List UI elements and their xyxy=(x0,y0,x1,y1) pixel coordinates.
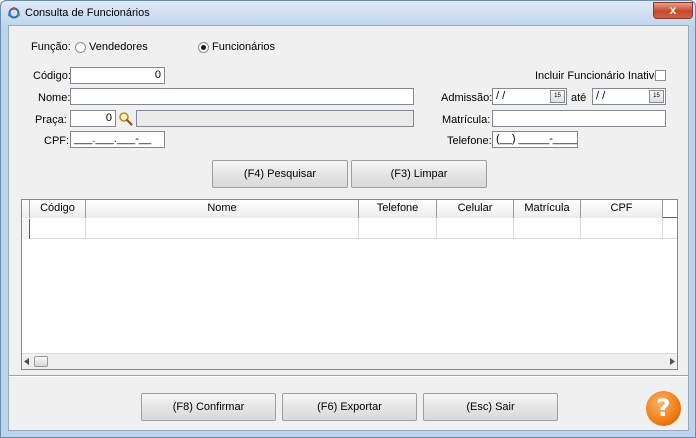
incluir-inativo-label: Incluir Funcionário Inativo: xyxy=(535,70,664,82)
col-codigo[interactable]: Código xyxy=(30,200,86,218)
col-celular[interactable]: Celular xyxy=(437,200,514,218)
cpf-input[interactable]: ___.___.___-__ xyxy=(70,131,165,148)
telefone-input[interactable]: (__) _____-____ xyxy=(492,131,578,148)
radio-funcionarios-label[interactable]: Funcionários xyxy=(212,41,275,53)
praca-input[interactable]: 0 xyxy=(70,110,116,127)
footer-divider xyxy=(9,375,688,377)
exportar-button[interactable]: (F6) Exportar xyxy=(282,393,417,421)
nome-label: Nome: xyxy=(38,92,71,104)
admissao-to-input[interactable]: / / 15 xyxy=(592,88,666,105)
col-cpf[interactable]: CPF xyxy=(581,200,663,218)
row-indicator xyxy=(22,219,30,239)
scroll-thumb[interactable] xyxy=(34,356,48,367)
codigo-input[interactable]: 0 xyxy=(70,67,165,84)
funcao-label: Função: xyxy=(31,41,71,53)
radio-funcionarios[interactable] xyxy=(198,42,209,53)
confirmar-button[interactable]: (F8) Confirmar xyxy=(141,393,276,421)
praca-label: Praça: xyxy=(35,114,67,126)
cpf-label: CPF: xyxy=(44,135,70,147)
radio-vendedores[interactable] xyxy=(75,42,86,53)
admissao-ate-label: até xyxy=(571,92,587,104)
admissao-label: Admissão: xyxy=(441,92,493,104)
admissao-to-value: / / xyxy=(596,90,606,102)
title-bar[interactable]: Consulta de Funcionários x xyxy=(1,1,695,25)
calendar-from-button[interactable]: 15 xyxy=(550,90,565,103)
results-grid[interactable]: Código Nome Telefone Celular Matrícula C… xyxy=(21,199,678,370)
calendar-to-button[interactable]: 15 xyxy=(649,90,664,103)
form-body: Função: Vendedores Funcionários Código: … xyxy=(8,25,689,431)
scroll-right-icon[interactable] xyxy=(669,358,675,365)
table-cell[interactable] xyxy=(437,219,514,239)
incluir-inativo-checkbox[interactable] xyxy=(655,70,666,81)
praca-description xyxy=(136,110,414,127)
matricula-input[interactable] xyxy=(492,110,666,127)
col-telefone[interactable]: Telefone xyxy=(359,200,437,218)
application-window: Consulta de Funcionários x Função: Vende… xyxy=(0,0,696,438)
search-icon[interactable] xyxy=(118,111,133,126)
table-cell[interactable] xyxy=(359,219,437,239)
app-icon xyxy=(8,7,20,19)
window-title: Consulta de Funcionários xyxy=(25,7,150,19)
limpar-button[interactable]: (F3) Limpar xyxy=(351,160,487,188)
admissao-from-input[interactable]: / / 15 xyxy=(492,88,567,105)
table-cell[interactable] xyxy=(30,219,86,239)
grid-indicator-header xyxy=(22,200,30,218)
sair-button[interactable]: (Esc) Sair xyxy=(423,393,558,421)
close-button[interactable]: x xyxy=(653,2,693,19)
admissao-from-value: / / xyxy=(496,90,506,102)
col-nome[interactable]: Nome xyxy=(86,200,359,218)
table-row[interactable] xyxy=(22,219,677,239)
nome-input[interactable] xyxy=(70,88,414,105)
help-icon[interactable]: ? xyxy=(646,391,681,426)
table-cell[interactable] xyxy=(86,219,359,239)
matricula-label: Matrícula: xyxy=(442,114,491,126)
table-cell[interactable] xyxy=(581,219,663,239)
radio-vendedores-label[interactable]: Vendedores xyxy=(89,41,148,53)
telefone-label: Telefone: xyxy=(447,135,492,147)
table-cell[interactable] xyxy=(514,219,581,239)
scroll-left-icon[interactable] xyxy=(24,358,30,365)
horizontal-scrollbar[interactable] xyxy=(22,353,677,369)
pesquisar-button[interactable]: (F4) Pesquisar xyxy=(212,160,348,188)
col-matricula[interactable]: Matrícula xyxy=(514,200,581,218)
codigo-label: Código: xyxy=(33,70,71,82)
grid-header: Código Nome Telefone Celular Matrícula C… xyxy=(22,200,677,218)
